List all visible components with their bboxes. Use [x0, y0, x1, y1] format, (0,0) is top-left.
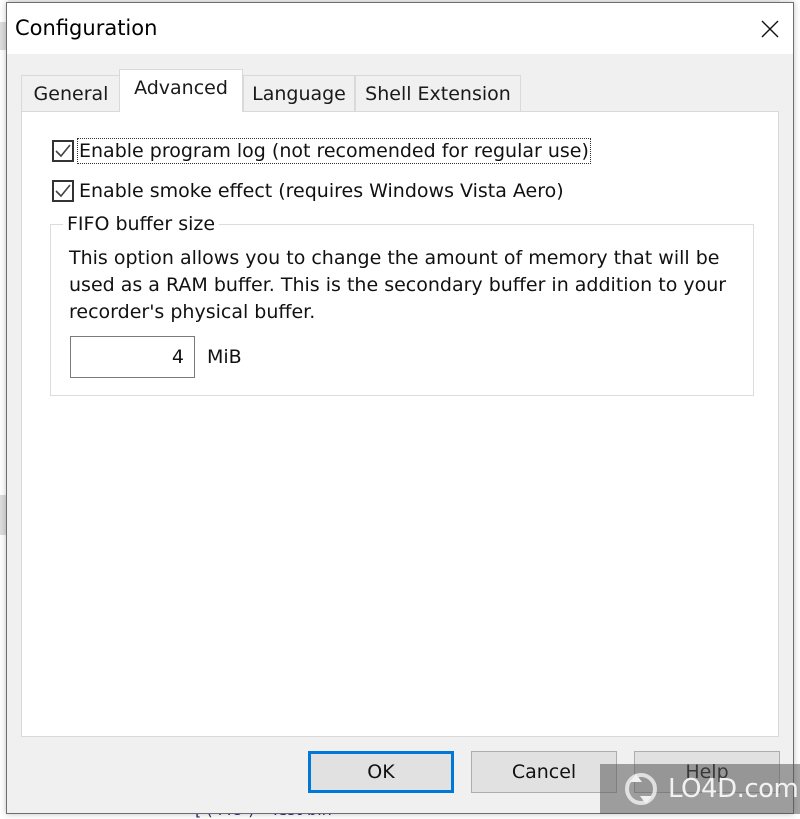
fifo-buffer-unit-label: MiB	[207, 346, 242, 368]
fifo-buffer-groupbox: FIFO buffer size This option allows you …	[50, 213, 754, 396]
watermark-text: LO4D.com	[668, 774, 799, 804]
ok-button-label: OK	[367, 761, 395, 783]
tab-general-label: General	[33, 82, 109, 105]
tab-advanced-label: Advanced	[134, 77, 228, 99]
cancel-button-label: Cancel	[511, 761, 577, 783]
configuration-dialog: Configuration General Advanced Language …	[6, 2, 794, 814]
checkmark-icon	[55, 184, 71, 198]
checkbox-box[interactable]	[52, 140, 74, 162]
tab-language-label: Language	[252, 82, 346, 105]
close-x-icon	[761, 20, 779, 37]
ok-button[interactable]: OK	[308, 751, 454, 793]
tab-language[interactable]: Language	[243, 75, 355, 111]
close-button[interactable]	[747, 3, 793, 54]
cancel-button[interactable]: Cancel	[471, 751, 617, 793]
lo4d-logo-icon	[625, 773, 657, 805]
enable-smoke-effect-checkbox[interactable]: Enable smoke effect (requires Windows Vi…	[52, 180, 564, 202]
fifo-buffer-description: This option allows you to change the amo…	[69, 247, 727, 323]
fifo-buffer-legend: FIFO buffer size	[63, 213, 220, 235]
enable-program-log-label: Enable program log (not recomended for r…	[77, 138, 591, 164]
fifo-buffer-size-input[interactable]: 4	[70, 336, 195, 378]
checkmark-icon	[55, 144, 71, 158]
enable-smoke-effect-label: Enable smoke effect (requires Windows Vi…	[79, 180, 564, 202]
title-bar: Configuration	[7, 3, 793, 54]
dialog-title: Configuration	[15, 16, 158, 40]
enable-program-log-checkbox[interactable]: Enable program log (not recomended for r…	[52, 138, 591, 164]
watermark: LO4D.com	[600, 764, 800, 814]
tab-shell-extension[interactable]: Shell Extension	[355, 75, 521, 111]
checkbox-box[interactable]	[52, 180, 74, 202]
tab-general[interactable]: General	[21, 75, 121, 111]
advanced-tab-panel: Enable program log (not recomended for r…	[21, 111, 779, 737]
tab-shell-extension-label: Shell Extension	[365, 82, 511, 105]
tab-advanced[interactable]: Advanced	[119, 69, 243, 112]
